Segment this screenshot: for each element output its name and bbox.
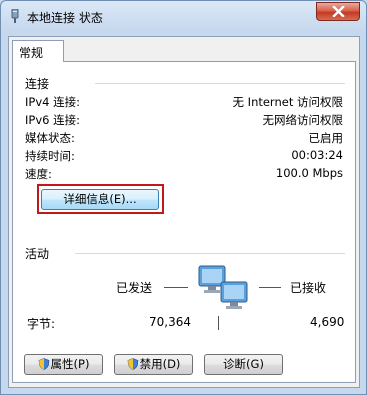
sent-dash	[164, 287, 188, 288]
disable-button[interactable]: 禁用(D)	[114, 354, 193, 375]
network-adapter-icon	[9, 8, 21, 23]
duration-label: 持续时间:	[25, 149, 75, 163]
status-window: 本地连接 状态 常规 连接 IPv4 连接: 无 Internet 访问权限 I…	[0, 0, 367, 395]
activity-divider	[75, 253, 345, 254]
diagnose-button[interactable]: 诊断(G)	[204, 354, 283, 375]
title-bar[interactable]: 本地连接 状态	[1, 1, 366, 31]
received-label: 已接收	[290, 281, 327, 295]
speed-label: 速度:	[25, 167, 52, 181]
ipv4-value: 无 Internet 访问权限	[232, 95, 343, 109]
network-computers-icon	[197, 264, 253, 313]
speed-value: 100.0 Mbps	[275, 166, 343, 180]
window-title: 本地连接 状态	[27, 11, 103, 25]
bytes-received-value: 4,690	[310, 315, 345, 329]
properties-button[interactable]: 属性(P)	[24, 354, 103, 375]
media-state-label: 媒体状态:	[25, 131, 75, 145]
bytes-divider	[218, 316, 219, 330]
received-dash	[259, 287, 281, 288]
close-button[interactable]	[316, 2, 360, 21]
bytes-label: 字节:	[27, 317, 56, 331]
connection-divider	[95, 83, 345, 84]
dialog-body: 常规 连接 IPv4 连接: 无 Internet 访问权限 IPv6 连接: …	[8, 36, 360, 388]
uac-shield-icon	[38, 357, 50, 370]
duration-value: 00:03:24	[291, 148, 343, 162]
sent-label: 已发送	[116, 281, 153, 295]
general-panel: 连接 IPv4 连接: 无 Internet 访问权限 IPv6 连接: 无网络…	[12, 61, 356, 383]
tab-general[interactable]: 常规	[12, 40, 64, 62]
ipv4-label: IPv4 连接:	[25, 95, 80, 109]
ipv6-value: 无网络访问权限	[262, 113, 344, 127]
close-icon	[332, 6, 345, 17]
ipv6-label: IPv6 连接:	[25, 113, 80, 127]
properties-button-label: 属性(P)	[50, 357, 90, 371]
bytes-sent-value: 70,364	[149, 315, 191, 329]
disable-button-label: 禁用(D)	[139, 357, 181, 371]
media-state-value: 已启用	[308, 131, 344, 145]
activity-section-label: 活动	[25, 247, 50, 261]
connection-section-label: 连接	[25, 77, 50, 91]
uac-shield-icon	[127, 357, 139, 370]
details-button[interactable]: 详细信息(E)...	[41, 189, 159, 210]
